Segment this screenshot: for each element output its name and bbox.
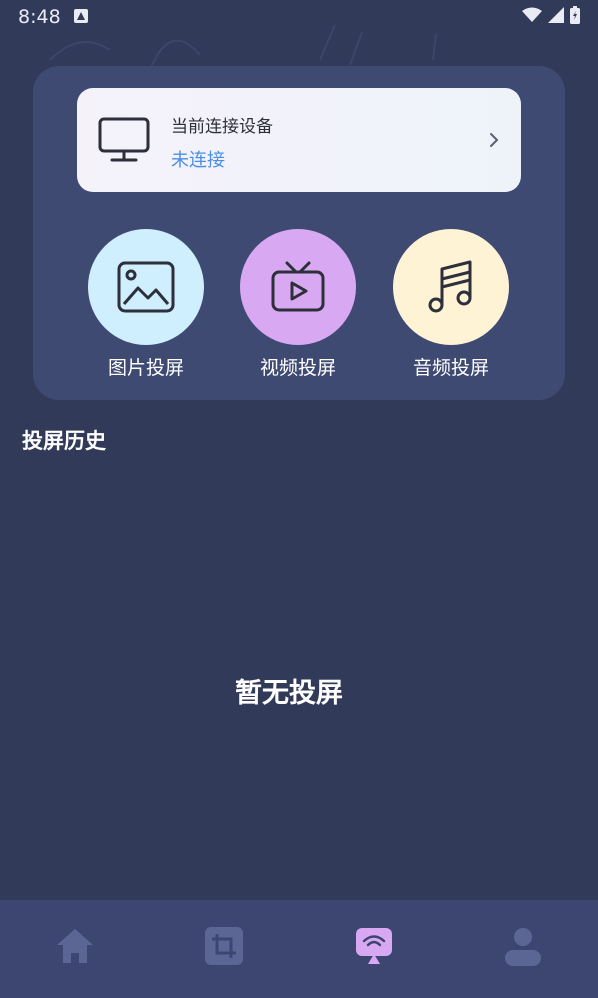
monitor-icon — [98, 117, 150, 162]
image-icon — [117, 261, 175, 313]
cast-icon — [356, 928, 392, 964]
chevron-right-icon[interactable] — [488, 132, 500, 148]
home-icon — [57, 929, 93, 963]
video-cast-button[interactable]: 视频投屏 — [240, 229, 356, 380]
image-cast-button[interactable]: 图片投屏 — [88, 229, 204, 380]
video-cast-circle[interactable] — [240, 229, 356, 345]
audio-cast-button[interactable]: 音频投屏 — [393, 229, 509, 380]
bottom-nav — [0, 900, 598, 998]
empty-history-text: 暂无投屏 — [235, 678, 343, 709]
audio-cast-label: 音频投屏 — [412, 357, 489, 379]
nav-crop[interactable] — [200, 922, 248, 970]
profile-icon — [505, 928, 541, 966]
nav-profile[interactable] — [499, 922, 547, 970]
video-cast-label: 视频投屏 — [259, 357, 336, 379]
nav-home[interactable] — [51, 922, 99, 970]
tv-play-icon — [271, 261, 325, 312]
image-cast-label: 图片投屏 — [107, 357, 184, 379]
nav-cast[interactable] — [350, 922, 398, 970]
image-cast-circle[interactable] — [88, 229, 204, 345]
history-title: 投屏历史 — [22, 429, 106, 453]
music-note-icon — [428, 260, 472, 313]
device-status: 未连接 — [171, 150, 225, 171]
audio-cast-circle[interactable] — [393, 229, 509, 345]
crop-icon — [205, 927, 243, 965]
device-title: 当前连接设备 — [171, 117, 273, 137]
